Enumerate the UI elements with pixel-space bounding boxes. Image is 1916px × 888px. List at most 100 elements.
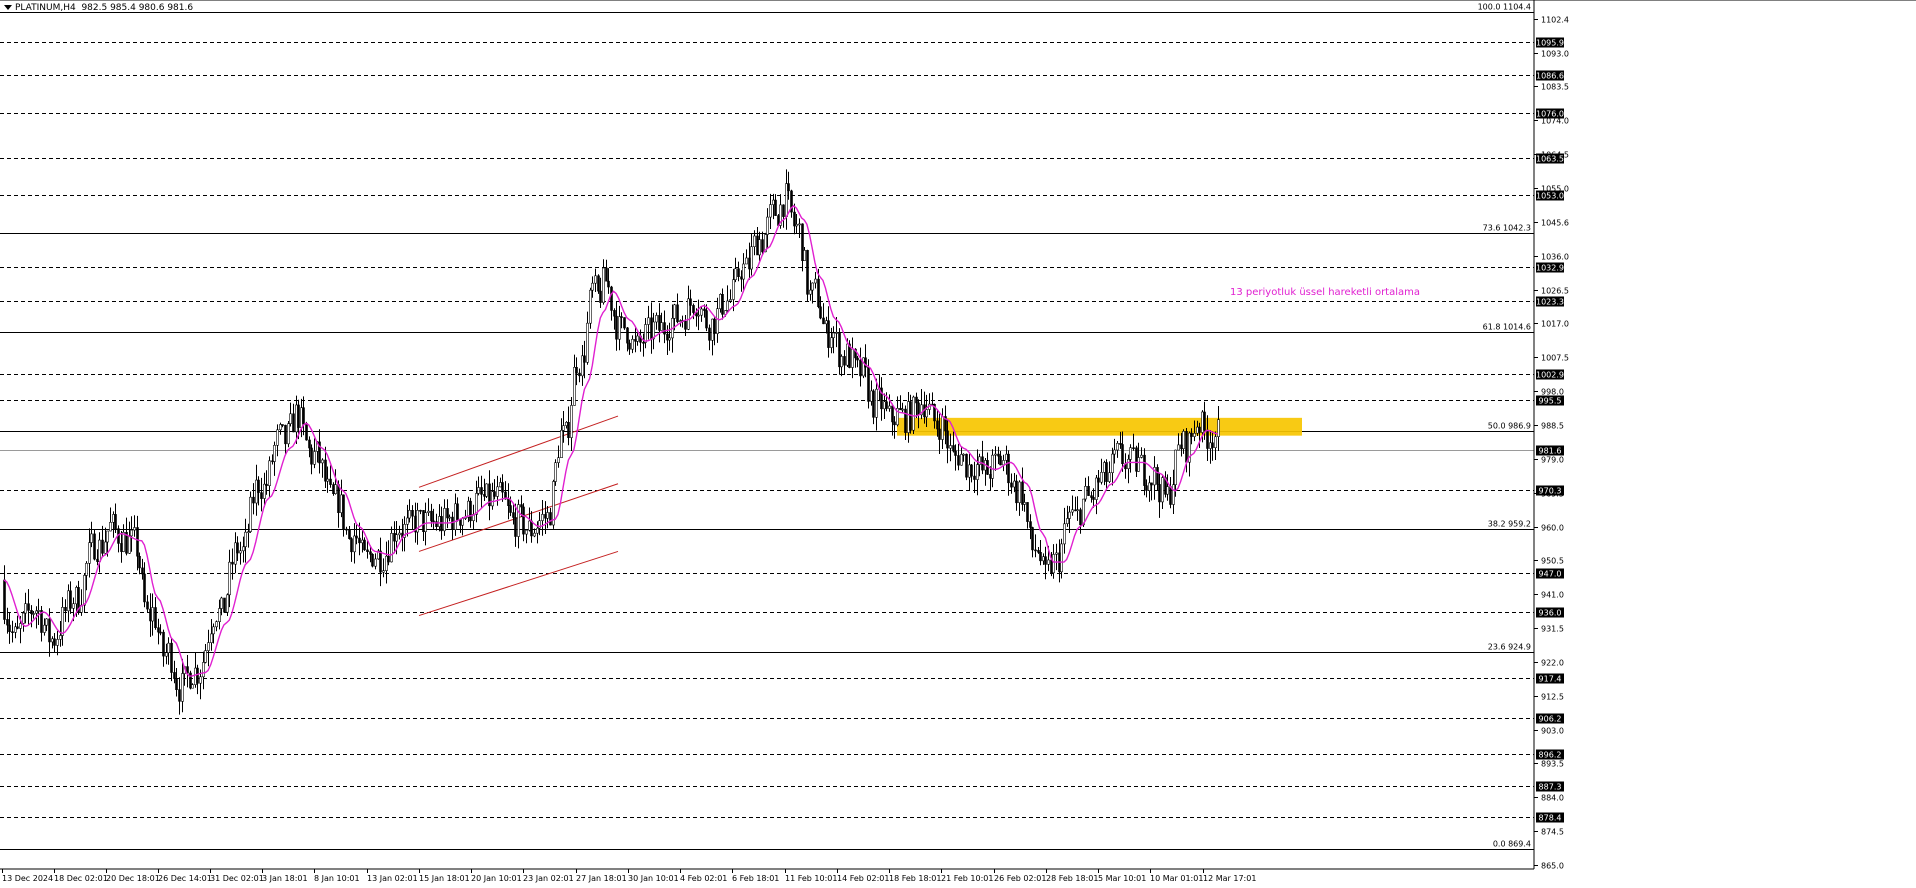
candle-body (583, 355, 586, 363)
candle-body (713, 318, 716, 334)
price-tag-label: 936.0 (1539, 609, 1562, 618)
candle-body (334, 484, 337, 495)
candle-body (112, 514, 115, 523)
candle-body (446, 508, 449, 519)
candle-body (875, 388, 878, 418)
candle-body (67, 590, 70, 612)
x-tick-label: 23 Jan 02:01 (523, 874, 574, 883)
y-tick-label: 979.0 (1541, 456, 1564, 465)
y-tick-label: 1036.0 (1541, 253, 1569, 262)
candle-body (475, 493, 478, 515)
candle-body (1172, 484, 1175, 505)
candle-body (398, 532, 401, 536)
candle-body (1084, 485, 1087, 500)
candle-body (1161, 477, 1164, 503)
y-tick-label: 922.0 (1541, 659, 1564, 668)
candle-body (618, 316, 621, 340)
candle-body (567, 421, 570, 438)
candle-body (223, 597, 226, 613)
candle-body (938, 428, 941, 440)
candle-body (1044, 556, 1047, 565)
candle-body (83, 575, 86, 606)
candle-body (915, 396, 918, 404)
fib-label: 100.0 1104.4 (1478, 3, 1531, 12)
candle-body (716, 308, 719, 334)
candle-body (946, 430, 949, 449)
candle-body (207, 642, 210, 651)
candle-body (705, 310, 708, 329)
candle-body (1211, 442, 1214, 448)
candle-body (819, 306, 822, 319)
candle-body (273, 444, 276, 462)
candle-body (138, 555, 141, 569)
price-tag-label: 887.3 (1539, 783, 1562, 792)
candle-body (851, 348, 854, 368)
x-tick-label: 13 Jan 02:01 (367, 874, 418, 883)
candle-body (43, 624, 46, 633)
candle-body (366, 549, 369, 553)
candle-body (761, 239, 764, 253)
candle-body (371, 553, 374, 567)
candle-body (557, 457, 560, 464)
candle-body (88, 542, 91, 564)
candle-body (1193, 432, 1196, 437)
candle-body (461, 518, 464, 526)
candle-body (350, 538, 353, 553)
candle-body (390, 532, 393, 563)
candle-body (700, 308, 703, 316)
candle-body (827, 320, 830, 348)
candle-body (1143, 454, 1146, 486)
price-tag-label: 1063.5 (1536, 155, 1564, 164)
candle-body (965, 453, 968, 478)
candle-body (1119, 442, 1122, 445)
candle-body (562, 425, 565, 431)
y-tick-label: 950.5 (1541, 557, 1564, 566)
candle-body (1039, 551, 1042, 562)
candle-body (817, 278, 820, 308)
candle-body (605, 267, 608, 282)
candle-body (358, 537, 361, 544)
candle-body (1206, 429, 1209, 449)
candle-body (893, 421, 896, 426)
candle-body (1021, 481, 1024, 505)
candle-body (520, 504, 523, 508)
candle-body (999, 455, 1002, 466)
candle-body (1034, 549, 1037, 552)
x-tick-label: 27 Jan 18:01 (576, 874, 627, 883)
candle-body (485, 483, 488, 497)
candle-body (729, 299, 732, 302)
candle-body (27, 603, 30, 611)
candle-body (859, 359, 862, 377)
candle-body (387, 555, 390, 563)
y-tick-label: 884.0 (1541, 794, 1564, 803)
candle-body (154, 607, 157, 629)
price-chart[interactable]: 13 periyotluk üssel hareketli ortalama 1… (0, 0, 1916, 888)
candle-body (1066, 518, 1069, 524)
candle-body (512, 512, 515, 518)
candle-body (522, 506, 525, 535)
candle-body (644, 324, 647, 343)
price-tag-label: 1095.9 (1536, 39, 1564, 48)
candle-body (1105, 462, 1108, 482)
candle-body (1198, 426, 1201, 433)
candle-body (53, 638, 56, 646)
collapse-triangle-icon[interactable] (4, 5, 12, 10)
candle-body (1137, 457, 1140, 472)
candle-body (469, 500, 472, 522)
candle-body (970, 464, 973, 477)
candle-body (247, 531, 250, 534)
candle-body (803, 250, 806, 262)
candle-body (297, 404, 300, 428)
candle-body (456, 503, 459, 520)
symbol-header[interactable]: PLATINUM,H4 982.5 985.4 980.6 981.6 (4, 3, 193, 13)
candle-body (787, 183, 790, 192)
candle-body (774, 199, 777, 216)
candle-body (856, 357, 859, 361)
candle-body (151, 607, 154, 622)
candle-body (321, 459, 324, 464)
candle-body (578, 372, 581, 377)
candle-body (822, 317, 825, 325)
y-tick-label: 903.0 (1541, 727, 1564, 736)
candle-body (835, 332, 838, 334)
candle-body (962, 453, 965, 456)
